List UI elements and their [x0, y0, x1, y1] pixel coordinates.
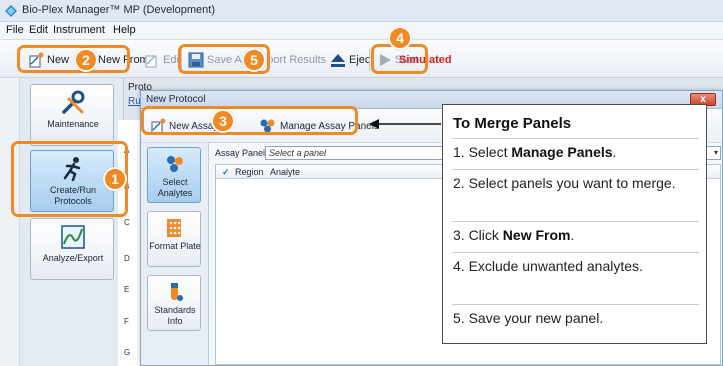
instruction-step-5: 5. Save your new panel. [453, 308, 701, 329]
step-bold-text: Manage Panels [511, 144, 613, 160]
menu-file[interactable]: File [6, 24, 24, 36]
app-window: Bio-Plex Manager™ MP (Development) File … [0, 0, 723, 366]
callout-badge-5: 5 [242, 48, 266, 72]
instruction-step-3: 3. Click New From. [453, 225, 701, 246]
eject-button[interactable]: Eject [330, 51, 373, 69]
export-results-button[interactable]: Export Results [271, 51, 326, 69]
merge-panels-instructions: To Merge Panels 1. Select Manage Panels.… [442, 104, 707, 344]
callout-badge-1: 1 [103, 167, 127, 191]
divider [452, 304, 699, 305]
chart-icon [61, 225, 85, 249]
callout-badge-4: 4 [388, 26, 412, 50]
bioplex-diamond-icon [5, 5, 17, 17]
toolbar-separator [369, 49, 370, 71]
row-letter: E [124, 285, 130, 294]
step-text: . [570, 227, 575, 243]
instructions-heading: To Merge Panels [453, 115, 572, 132]
instruction-step-4: 4. Exclude unwanted analytes. [453, 256, 701, 277]
row-letter: G [124, 348, 131, 357]
menu-bar: File Edit Instrument Help [0, 22, 723, 40]
chevron-down-icon: ▾ [713, 148, 718, 157]
menu-edit[interactable]: Edit [29, 24, 48, 36]
select-analytes-label: Select Analytes [157, 177, 193, 198]
callout-badge-3: 3 [211, 109, 235, 133]
divider [452, 252, 699, 253]
nav-analyze-export[interactable]: Analyze/Export [30, 218, 114, 280]
assay-panel-placeholder: Select a panel [269, 148, 327, 158]
format-plate-button[interactable]: Format Plate [147, 211, 201, 267]
instruction-step-1: 1. Select Manage Panels. [453, 142, 701, 163]
plate-icon [167, 219, 181, 237]
nav-analyze-export-label: Analyze/Export [42, 253, 104, 263]
select-analytes-button[interactable]: Select Analytes [147, 147, 201, 203]
edit-button[interactable]: Edit [144, 51, 182, 69]
standards-info-label: Standards Info [154, 305, 196, 326]
menu-help[interactable]: Help [113, 24, 136, 36]
side-navigation: Maintenance Create/Run Protocols Analyze… [20, 78, 124, 366]
step-text: . [612, 144, 617, 160]
highlight-manage-panels [141, 106, 358, 135]
step-text: 5. Save your new panel. [453, 310, 604, 326]
nav-maintenance[interactable]: Maintenance [30, 84, 114, 146]
step-text: 2. Select panels you want to merge. [453, 175, 676, 191]
window-title: Bio-Plex Manager™ MP (Development) [22, 4, 215, 16]
standards-tube-icon [171, 283, 183, 301]
row-letter: F [124, 317, 129, 326]
analytes-icon [167, 156, 183, 172]
eject-icon [331, 54, 345, 67]
step-text: 1. Select [453, 144, 512, 160]
row-letter: D [124, 254, 130, 263]
step-bold-text: New From [502, 227, 571, 243]
callout-badge-2: 2 [74, 48, 98, 72]
row-letter: C [124, 218, 130, 227]
arrow-left-icon [369, 119, 441, 129]
instruction-step-2: 2. Select panels you want to merge. [453, 173, 701, 194]
assay-panel-label: Assay Panel: [215, 148, 268, 158]
step-text: 4. Exclude unwanted analytes. [453, 258, 643, 274]
checkmark-icon[interactable]: ✓ [222, 167, 230, 178]
divider [452, 169, 699, 170]
column-region[interactable]: Region [235, 167, 264, 177]
divider [452, 221, 699, 222]
left-rail [0, 78, 20, 366]
step-text: 3. Click [453, 227, 503, 243]
dialog-step-sidebar: Select Analytes Format Plate Standards I… [141, 143, 209, 365]
menu-instrument[interactable]: Instrument [53, 24, 105, 36]
nav-maintenance-label: Maintenance [47, 119, 99, 129]
export-results-label: Export Results [271, 54, 326, 66]
format-plate-label: Format Plate [149, 241, 201, 251]
edit-document-icon [145, 55, 157, 68]
divider [452, 138, 699, 139]
title-bar: Bio-Plex Manager™ MP (Development) [0, 0, 723, 22]
dialog-title: New Protocol [146, 94, 206, 105]
wrench-screwdriver-icon [62, 90, 85, 114]
standards-info-button[interactable]: Standards Info [147, 275, 201, 331]
column-analyte[interactable]: Analyte [270, 167, 300, 177]
